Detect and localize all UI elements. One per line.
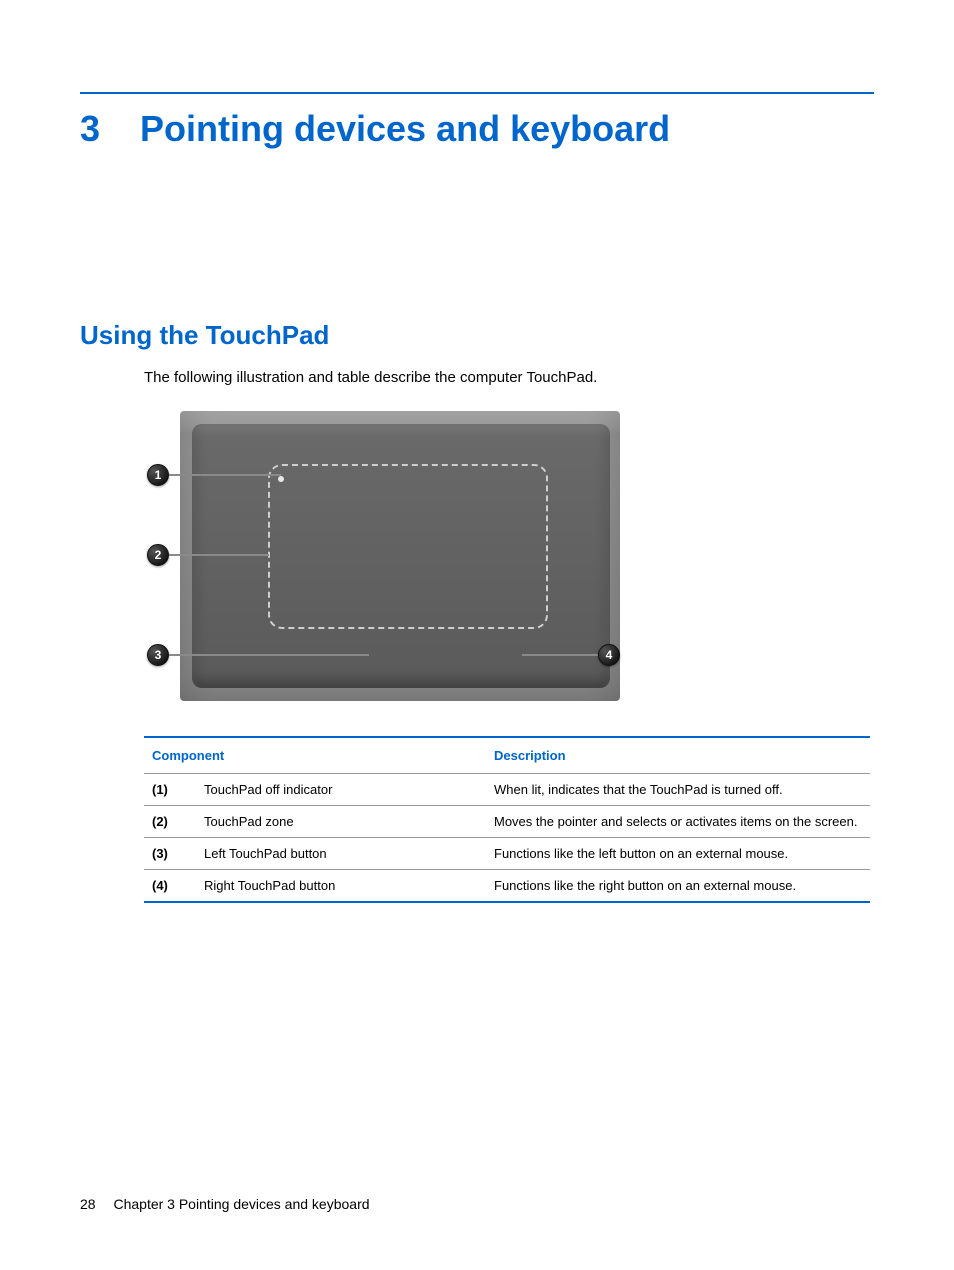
row-num: (1) [144,774,196,806]
row-name: TouchPad zone [196,806,486,838]
section-intro: The following illustration and table des… [144,369,874,386]
row-desc: Functions like the right button on an ex… [486,870,870,903]
page-number: 28 [80,1196,96,1212]
callout-line [169,654,369,656]
chapter-number: 3 [80,108,140,150]
row-num: (2) [144,806,196,838]
touchpad-illustration: 1 2 3 4 [144,406,620,706]
top-rule [80,92,874,94]
callout-2: 2 [147,544,269,566]
table-row: (4) Right TouchPad button Functions like… [144,870,870,903]
table-header-row: Component Description [144,737,870,774]
row-name: Right TouchPad button [196,870,486,903]
footer-chapter-label: Chapter 3 Pointing devices and keyboard [113,1196,369,1212]
callout-3: 3 [147,644,369,666]
chapter-heading: 3 Pointing devices and keyboard [80,108,874,150]
table-row: (3) Left TouchPad button Functions like … [144,838,870,870]
row-num: (4) [144,870,196,903]
header-component: Component [144,737,486,774]
page-footer: 28 Chapter 3 Pointing devices and keyboa… [80,1196,370,1212]
component-table: Component Description (1) TouchPad off i… [144,736,870,903]
touchpad-zone-outline [268,464,548,629]
table-row: (1) TouchPad off indicator When lit, ind… [144,774,870,806]
callout-bubble-4: 4 [598,644,620,666]
callout-line [169,474,281,476]
callout-bubble-1: 1 [147,464,169,486]
table-row: (2) TouchPad zone Moves the pointer and … [144,806,870,838]
row-name: TouchPad off indicator [196,774,486,806]
callout-bubble-3: 3 [147,644,169,666]
row-desc: When lit, indicates that the TouchPad is… [486,774,870,806]
header-description: Description [486,737,870,774]
row-num: (3) [144,838,196,870]
row-desc: Functions like the left button on an ext… [486,838,870,870]
callout-1: 1 [147,464,281,486]
row-name: Left TouchPad button [196,838,486,870]
section-heading: Using the TouchPad [80,320,874,351]
callout-bubble-2: 2 [147,544,169,566]
callout-4: 4 [522,644,620,666]
callout-line [169,554,269,556]
chapter-title: Pointing devices and keyboard [140,108,670,150]
callout-line [522,654,598,656]
row-desc: Moves the pointer and selects or activat… [486,806,870,838]
